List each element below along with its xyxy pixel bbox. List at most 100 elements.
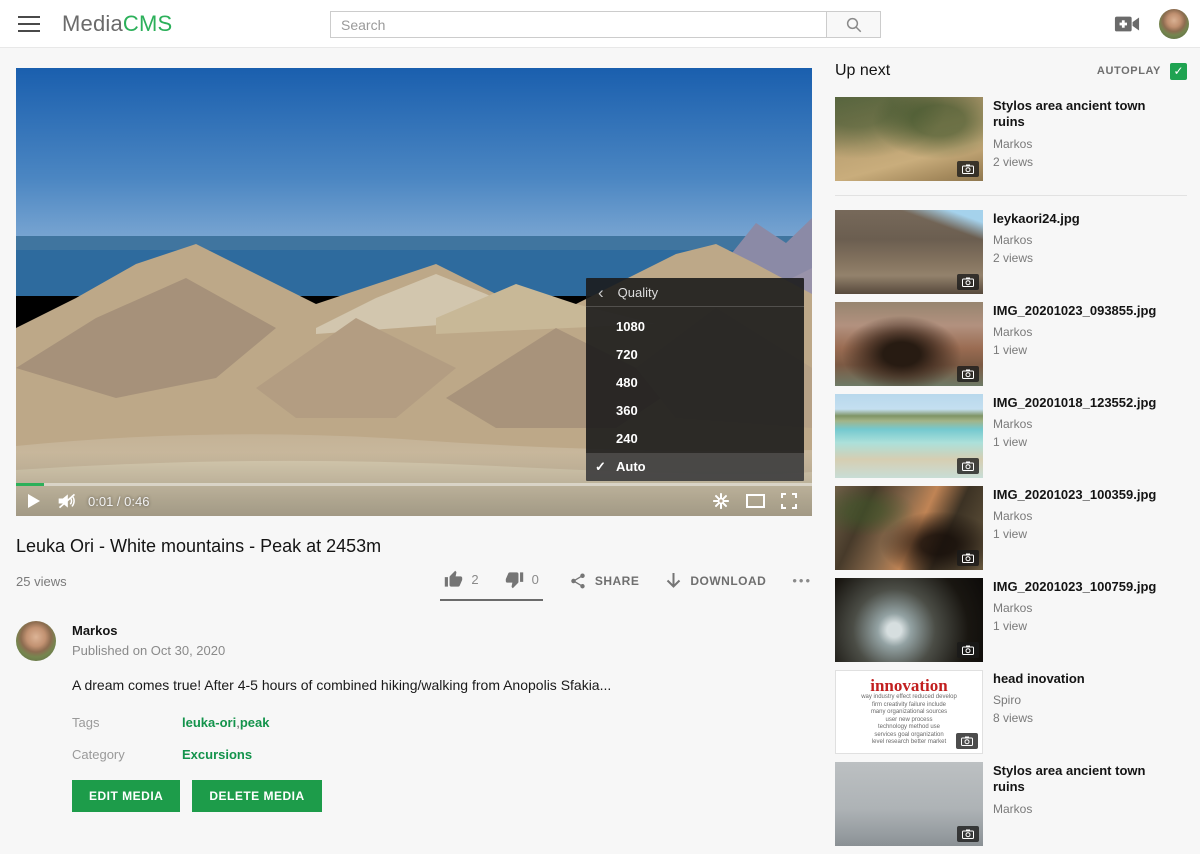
quality-menu-back[interactable]: ‹ Quality xyxy=(586,278,804,307)
autoplay-label: AUTOPLAY xyxy=(1097,65,1161,77)
image-media-camera-icon xyxy=(957,458,979,474)
image-media-camera-icon xyxy=(957,161,979,177)
author-avatar[interactable] xyxy=(16,621,56,661)
share-icon xyxy=(569,572,587,590)
autoplay-checkbox[interactable]: ✓ xyxy=(1170,63,1187,80)
up-next-thumbnail: innovationway industry effect reduced de… xyxy=(835,670,983,754)
up-next-item-author: Markos xyxy=(993,509,1156,523)
up-next-thumbnail xyxy=(835,210,983,294)
up-next-item[interactable]: innovationway industry effect reduced de… xyxy=(835,670,1187,754)
wordcloud-line: way industry effect reduced develop xyxy=(861,694,957,702)
up-next-item-views: 1 view xyxy=(993,619,1156,633)
up-next-thumbnail xyxy=(835,97,983,181)
views-count: 25 views xyxy=(16,570,67,589)
logo-media: Media xyxy=(62,11,123,36)
up-next-item[interactable]: Stylos area ancient town ruinsMarkos2 vi… xyxy=(835,97,1187,181)
up-next-item-title: leykaori24.jpg xyxy=(993,211,1080,227)
download-icon xyxy=(665,572,682,590)
share-button[interactable]: SHARE xyxy=(569,572,640,590)
up-next-item[interactable]: leykaori24.jpg Markos 2 views xyxy=(835,210,1187,294)
quality-menu: ‹ Quality 1080720480360240✓Auto xyxy=(586,278,804,481)
up-next-thumbnail xyxy=(835,302,983,386)
top-bar: MediaCMS xyxy=(0,0,1200,48)
logo[interactable]: MediaCMS xyxy=(62,11,172,37)
up-next-item-author: Markos xyxy=(993,417,1156,431)
up-next-thumbnail xyxy=(835,762,983,846)
search-icon xyxy=(845,16,863,34)
download-label: DOWNLOAD xyxy=(690,574,766,588)
theater-mode-icon[interactable] xyxy=(738,486,772,516)
check-icon: ✓ xyxy=(1173,64,1183,78)
up-next-item-views: 2 views xyxy=(993,251,1080,265)
wordcloud-line: firm creativity failure include xyxy=(872,702,946,710)
tag-link-leuka-ori[interactable]: leuka-ori xyxy=(182,715,236,730)
media-title: Leuka Ori - White mountains - Peak at 24… xyxy=(16,536,812,557)
up-next-item-author: Markos xyxy=(993,802,1178,816)
up-next-item[interactable]: IMG_20201018_123552.jpg Markos 1 view xyxy=(835,394,1187,478)
up-next-item-views: 1 view xyxy=(993,527,1156,541)
quality-option-1080[interactable]: 1080 xyxy=(586,313,804,341)
volume-muted-icon[interactable] xyxy=(50,486,84,516)
video-player[interactable]: 0:01 / 0:46 xyxy=(16,68,812,516)
image-media-camera-icon xyxy=(957,366,979,382)
quality-option-240[interactable]: 240 xyxy=(586,425,804,453)
menu-icon[interactable] xyxy=(18,16,40,32)
download-button[interactable]: DOWNLOAD xyxy=(665,572,766,590)
user-avatar[interactable] xyxy=(1159,9,1189,39)
up-next-sidebar: Up next AUTOPLAY ✓ Stylos area ancient t… xyxy=(835,62,1187,854)
back-chevron-icon: ‹ xyxy=(598,284,604,301)
quality-option-480[interactable]: 480 xyxy=(586,369,804,397)
quality-menu-title: Quality xyxy=(618,285,658,300)
category-link[interactable]: Excursions xyxy=(182,747,252,762)
up-next-thumbnail xyxy=(835,578,983,662)
up-next-item-author: Markos xyxy=(993,233,1080,247)
more-options-icon[interactable]: ••• xyxy=(792,573,812,588)
up-next-item-title: IMG_20201023_093855.jpg xyxy=(993,303,1156,319)
up-next-item[interactable]: IMG_20201023_093855.jpg Markos 1 view xyxy=(835,302,1187,386)
up-next-item-author: Markos xyxy=(993,601,1156,615)
up-next-item[interactable]: IMG_20201023_100759.jpg Markos 1 view xyxy=(835,578,1187,662)
quality-option-720[interactable]: 720 xyxy=(586,341,804,369)
image-media-camera-icon xyxy=(957,642,979,658)
like-button[interactable]: 2 xyxy=(444,570,478,589)
quality-option-360[interactable]: 360 xyxy=(586,397,804,425)
search-input[interactable] xyxy=(330,11,826,38)
dislike-button[interactable]: 0 xyxy=(505,570,539,589)
wordcloud-line: many organizational sources xyxy=(871,709,947,717)
thumbs-up-icon xyxy=(444,570,463,589)
tags-label: Tags xyxy=(72,715,182,730)
selected-check-icon: ✓ xyxy=(595,453,606,481)
wordcloud-line: technology method use xyxy=(878,724,940,732)
share-label: SHARE xyxy=(595,574,640,588)
play-button[interactable] xyxy=(16,486,50,516)
up-next-item-title: IMG_20201018_123552.jpg xyxy=(993,395,1156,411)
up-next-thumbnail xyxy=(835,394,983,478)
up-next-item[interactable]: Stylos area ancient town ruins Markos xyxy=(835,762,1187,846)
sidebar-divider xyxy=(835,195,1187,196)
settings-gear-icon[interactable] xyxy=(704,486,738,516)
up-next-title: Up next xyxy=(835,62,890,80)
thumbs-down-icon xyxy=(505,570,524,589)
quality-option-auto[interactable]: ✓Auto xyxy=(586,453,804,481)
up-next-item-author: Markos xyxy=(993,325,1156,339)
image-media-camera-icon xyxy=(957,826,979,842)
image-media-camera-icon xyxy=(957,274,979,290)
up-next-item-views: 2 views xyxy=(993,155,1178,169)
up-next-item[interactable]: IMG_20201023_100359.jpg Markos 1 view xyxy=(835,486,1187,570)
up-next-item-views: 1 view xyxy=(993,435,1156,449)
up-next-item-title: Stylos area ancient town ruins xyxy=(993,98,1178,131)
up-next-item-title: Stylos area ancient town ruins xyxy=(993,763,1178,796)
fullscreen-icon[interactable] xyxy=(772,486,806,516)
search-button[interactable] xyxy=(826,11,881,38)
category-label: Category xyxy=(72,747,182,762)
up-next-item-views: 1 view xyxy=(993,343,1156,357)
up-next-thumbnail xyxy=(835,486,983,570)
logo-cms: CMS xyxy=(123,11,173,36)
tag-link-peak[interactable]: peak xyxy=(240,715,270,730)
up-next-item-title: IMG_20201023_100759.jpg xyxy=(993,579,1156,595)
up-next-item-title: IMG_20201023_100359.jpg xyxy=(993,487,1156,503)
wordcloud-line: level research better market xyxy=(872,739,946,747)
upload-media-icon[interactable] xyxy=(1114,13,1140,35)
author-name[interactable]: Markos xyxy=(72,623,225,638)
media-description: A dream comes true! After 4-5 hours of c… xyxy=(72,677,812,693)
